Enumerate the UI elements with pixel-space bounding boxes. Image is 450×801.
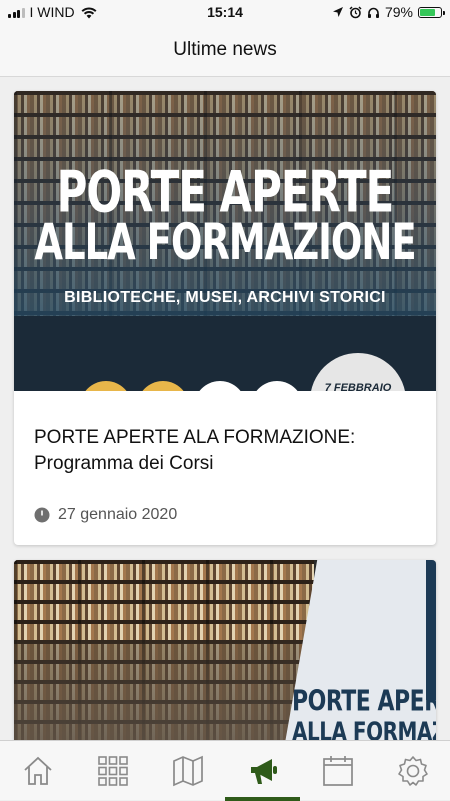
banner-date: 7 FEBBRAIO xyxy=(324,382,392,391)
calendar-icon xyxy=(322,756,353,786)
banner-subtitle: BIBLIOTECHE, MUSEI, ARCHIVI STORICI xyxy=(64,289,386,306)
home-icon xyxy=(23,756,52,785)
tab-bar xyxy=(0,740,450,801)
location-arrow-icon xyxy=(332,7,343,17)
status-right: 79% xyxy=(332,4,445,20)
settings-icon xyxy=(397,756,428,786)
tab-home[interactable] xyxy=(0,741,75,801)
tab-map[interactable] xyxy=(150,741,225,801)
grid-icon xyxy=(97,756,128,786)
tab-news[interactable] xyxy=(225,741,300,801)
banner-title-line2: ALLA FORMAZIONE xyxy=(34,213,416,272)
news-card-meta: 27 gennaio 2020 xyxy=(34,506,177,524)
news-card-image: PORTE APERTE ALLA FORMAZIONE BIBLIOTECHE… xyxy=(14,91,436,391)
map-icon xyxy=(172,755,203,787)
headphones-icon xyxy=(367,7,379,18)
news-card[interactable]: PORTE APERTE ALLA FORMAZIONE BIBLIOTECHE… xyxy=(14,91,436,545)
tab-settings[interactable] xyxy=(375,741,450,801)
banner-stripe xyxy=(426,560,436,700)
app-header: Ultime news xyxy=(0,24,450,77)
news-card-image: PORTE APER ALLA FORMAZIO xyxy=(14,560,436,740)
battery-icon xyxy=(418,6,445,18)
tab-calendar[interactable] xyxy=(300,741,375,801)
page-title: Ultime news xyxy=(173,39,277,60)
clock-icon xyxy=(34,507,50,523)
battery-percent: 79% xyxy=(384,4,413,20)
status-bar: I WIND 15:14 79% xyxy=(0,0,450,24)
news-feed[interactable]: PORTE APERTE ALLA FORMAZIONE BIBLIOTECHE… xyxy=(0,77,450,740)
megaphone-icon xyxy=(250,759,277,784)
alarm-icon xyxy=(349,5,362,18)
banner-title-line1: PORTE APER xyxy=(292,686,436,719)
news-card[interactable]: PORTE APER ALLA FORMAZIO xyxy=(14,560,436,740)
active-tab-indicator xyxy=(225,797,300,801)
tab-menu[interactable] xyxy=(75,741,150,801)
banner-title-line2: ALLA FORMAZIO xyxy=(292,716,436,740)
reading-room-floor xyxy=(14,640,314,740)
news-card-title[interactable]: PORTE APERTE ALA FORMAZIONE: Programma d… xyxy=(34,425,414,477)
news-card-date: 27 gennaio 2020 xyxy=(58,506,178,523)
